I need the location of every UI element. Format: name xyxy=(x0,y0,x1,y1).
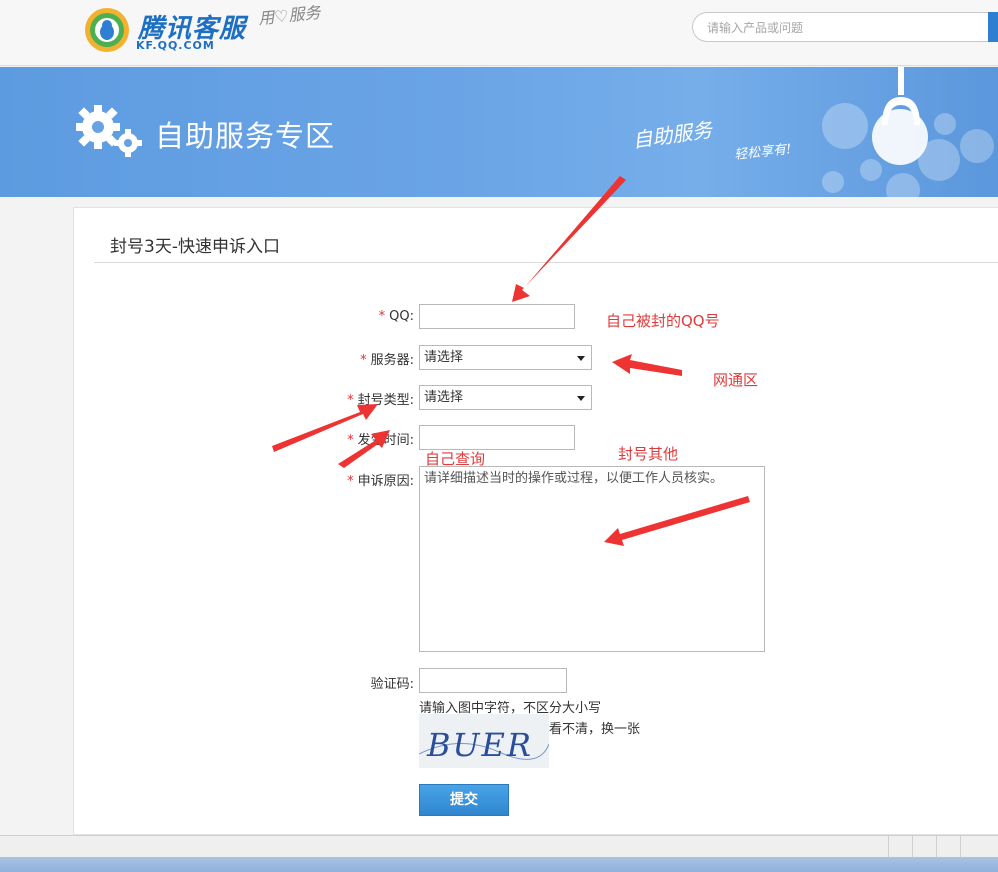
time-label: * 发生时间: xyxy=(347,433,414,448)
chevron-down-icon xyxy=(577,356,585,361)
gear-icon xyxy=(76,105,142,157)
chevron-down-icon xyxy=(577,396,585,401)
title-divider xyxy=(94,262,998,263)
form-title: 封号3天-快速申诉入口 xyxy=(110,237,280,257)
qq-input[interactable] xyxy=(419,304,575,329)
reason-textarea[interactable]: 请详细描述当时的操作或过程，以便工作人员核实。 xyxy=(419,466,765,652)
pen-bubble-icon xyxy=(822,171,844,193)
time-input[interactable] xyxy=(419,425,575,450)
required-mark: * xyxy=(378,309,386,324)
banner-subslogan: 轻松享有! xyxy=(733,142,793,163)
ban-type-label: * 封号类型: xyxy=(347,393,414,408)
header-slogan: 用♡服务 xyxy=(257,2,322,29)
banner-slogan: 自助服务 xyxy=(630,117,714,153)
annotation-server: 网通区 xyxy=(713,371,759,389)
search-button[interactable] xyxy=(988,12,998,42)
claw-icon xyxy=(882,67,920,125)
captcha-input[interactable] xyxy=(419,668,567,693)
search-box xyxy=(692,12,998,42)
taskbar xyxy=(0,857,998,872)
captcha-text: BUER xyxy=(426,726,533,764)
required-mark: * xyxy=(360,353,367,368)
search-input[interactable] xyxy=(707,19,967,37)
logo-domain: KF.QQ.COM xyxy=(136,39,215,52)
server-label: * 服务器: xyxy=(360,353,414,368)
annotation-time: 自己查询 xyxy=(425,450,486,468)
submit-button[interactable]: 提交 xyxy=(419,784,509,816)
annotation-qq: 自己被封的QQ号 xyxy=(606,312,720,330)
heart-bubble-icon xyxy=(886,173,920,197)
hero-banner: 自助服务专区 自助服务 轻松享有! xyxy=(0,67,998,197)
required-mark: * xyxy=(347,474,354,489)
captcha-image[interactable]: BUER xyxy=(419,714,549,768)
gear-bubble-icon xyxy=(934,113,956,135)
required-mark: * xyxy=(347,393,354,408)
status-bar xyxy=(0,835,998,858)
site-header: 腾讯客服 KF.QQ.COM 用♡服务 xyxy=(0,0,998,66)
ban-type-select[interactable]: 请选择 xyxy=(419,385,592,410)
banner-title: 自助服务专区 xyxy=(155,119,336,153)
game-bubble-icon xyxy=(960,129,994,163)
annotation-type: 封号其他 xyxy=(618,445,679,463)
tencent-logo-icon[interactable] xyxy=(82,5,132,55)
diamond-bubble-icon xyxy=(822,103,868,149)
qq-label: * QQ: xyxy=(378,309,414,324)
captcha-label: 验证码: xyxy=(370,677,414,692)
captcha-refresh-link[interactable]: 看不清，换一张 xyxy=(549,718,640,737)
server-select[interactable]: 请选择 xyxy=(419,345,592,370)
required-mark: * xyxy=(347,433,354,448)
reason-label: * 申诉原因: xyxy=(347,474,414,489)
